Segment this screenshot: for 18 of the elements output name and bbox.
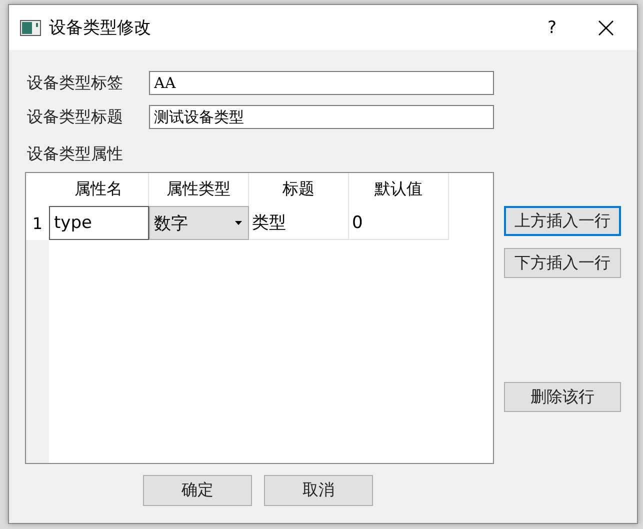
help-button[interactable]: ? <box>529 5 575 50</box>
table-cell-editor[interactable]: type <box>49 206 149 240</box>
section-label: 设备类型属性 <box>26 143 124 164</box>
field-label: 设备类型标签 <box>26 72 124 94</box>
dialog-button[interactable]: 确定 <box>143 475 252 506</box>
dialog-button[interactable]: 取消 <box>264 475 373 506</box>
row-action-button[interactable]: 删除该行 <box>504 382 621 412</box>
window-icon <box>20 20 41 36</box>
window-title: 设备类型修改 <box>49 17 152 39</box>
input-field[interactable]: AA <box>149 71 494 95</box>
row-action-button[interactable]: 下方插入一行 <box>504 248 621 278</box>
input-field[interactable]: 测试设备类型 <box>149 105 494 129</box>
type-dropdown[interactable]: 数字 <box>149 206 249 240</box>
close-icon <box>598 20 614 36</box>
caret-icon <box>235 221 242 225</box>
row-action-button[interactable]: 上方插入一行 <box>504 206 621 236</box>
table-cell: 类型 <box>249 206 349 240</box>
field-label: 设备类型标题 <box>26 106 124 128</box>
